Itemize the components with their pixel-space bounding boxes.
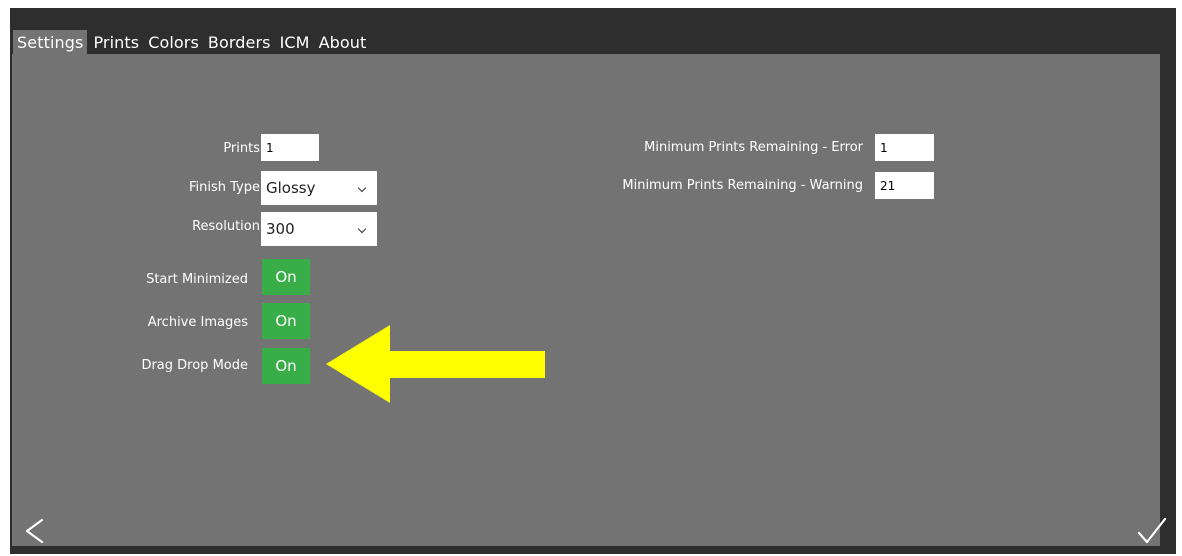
chevron-down-icon — [357, 224, 367, 234]
min-prints-warning-label: Minimum Prints Remaining - Warning — [622, 178, 863, 193]
checkmark-icon — [1137, 517, 1167, 544]
confirm-button[interactable] — [1135, 514, 1169, 552]
archive-images-label: Archive Images — [147, 315, 248, 330]
settings-panel: Prints Finish Type Glossy Resolution 300… — [12, 54, 1160, 546]
tab-colors[interactable]: Colors — [145, 30, 202, 54]
tab-prints[interactable]: Prints — [90, 30, 142, 54]
min-prints-error-label: Minimum Prints Remaining - Error — [644, 140, 863, 155]
tab-about[interactable]: About — [316, 30, 370, 54]
back-button[interactable] — [20, 514, 54, 552]
archive-images-toggle[interactable]: On — [262, 303, 310, 339]
min-prints-warning-input[interactable] — [875, 172, 934, 199]
finish-type-select[interactable]: Glossy — [261, 171, 377, 205]
resolution-select[interactable]: 300 — [261, 212, 377, 246]
resolution-value: 300 — [266, 220, 295, 238]
tab-bar: Settings Prints Colors Borders ICM About — [13, 28, 372, 54]
tab-settings[interactable]: Settings — [13, 30, 88, 54]
drag-drop-mode-toggle[interactable]: On — [262, 348, 310, 384]
resolution-label: Resolution — [192, 219, 260, 234]
drag-drop-mode-label: Drag Drop Mode — [141, 358, 248, 373]
tab-icm[interactable]: ICM — [277, 30, 313, 54]
min-prints-error-input[interactable] — [875, 134, 934, 161]
prints-label: Prints — [223, 141, 260, 156]
finish-type-value: Glossy — [266, 179, 316, 197]
chevron-left-icon — [25, 518, 44, 544]
tab-borders[interactable]: Borders — [205, 30, 274, 54]
arrow-left-icon — [326, 325, 545, 403]
chevron-down-icon — [357, 183, 367, 193]
prints-input[interactable] — [261, 134, 319, 161]
start-minimized-toggle[interactable]: On — [262, 259, 310, 295]
finish-type-label: Finish Type — [189, 180, 260, 195]
start-minimized-label: Start Minimized — [146, 272, 248, 287]
